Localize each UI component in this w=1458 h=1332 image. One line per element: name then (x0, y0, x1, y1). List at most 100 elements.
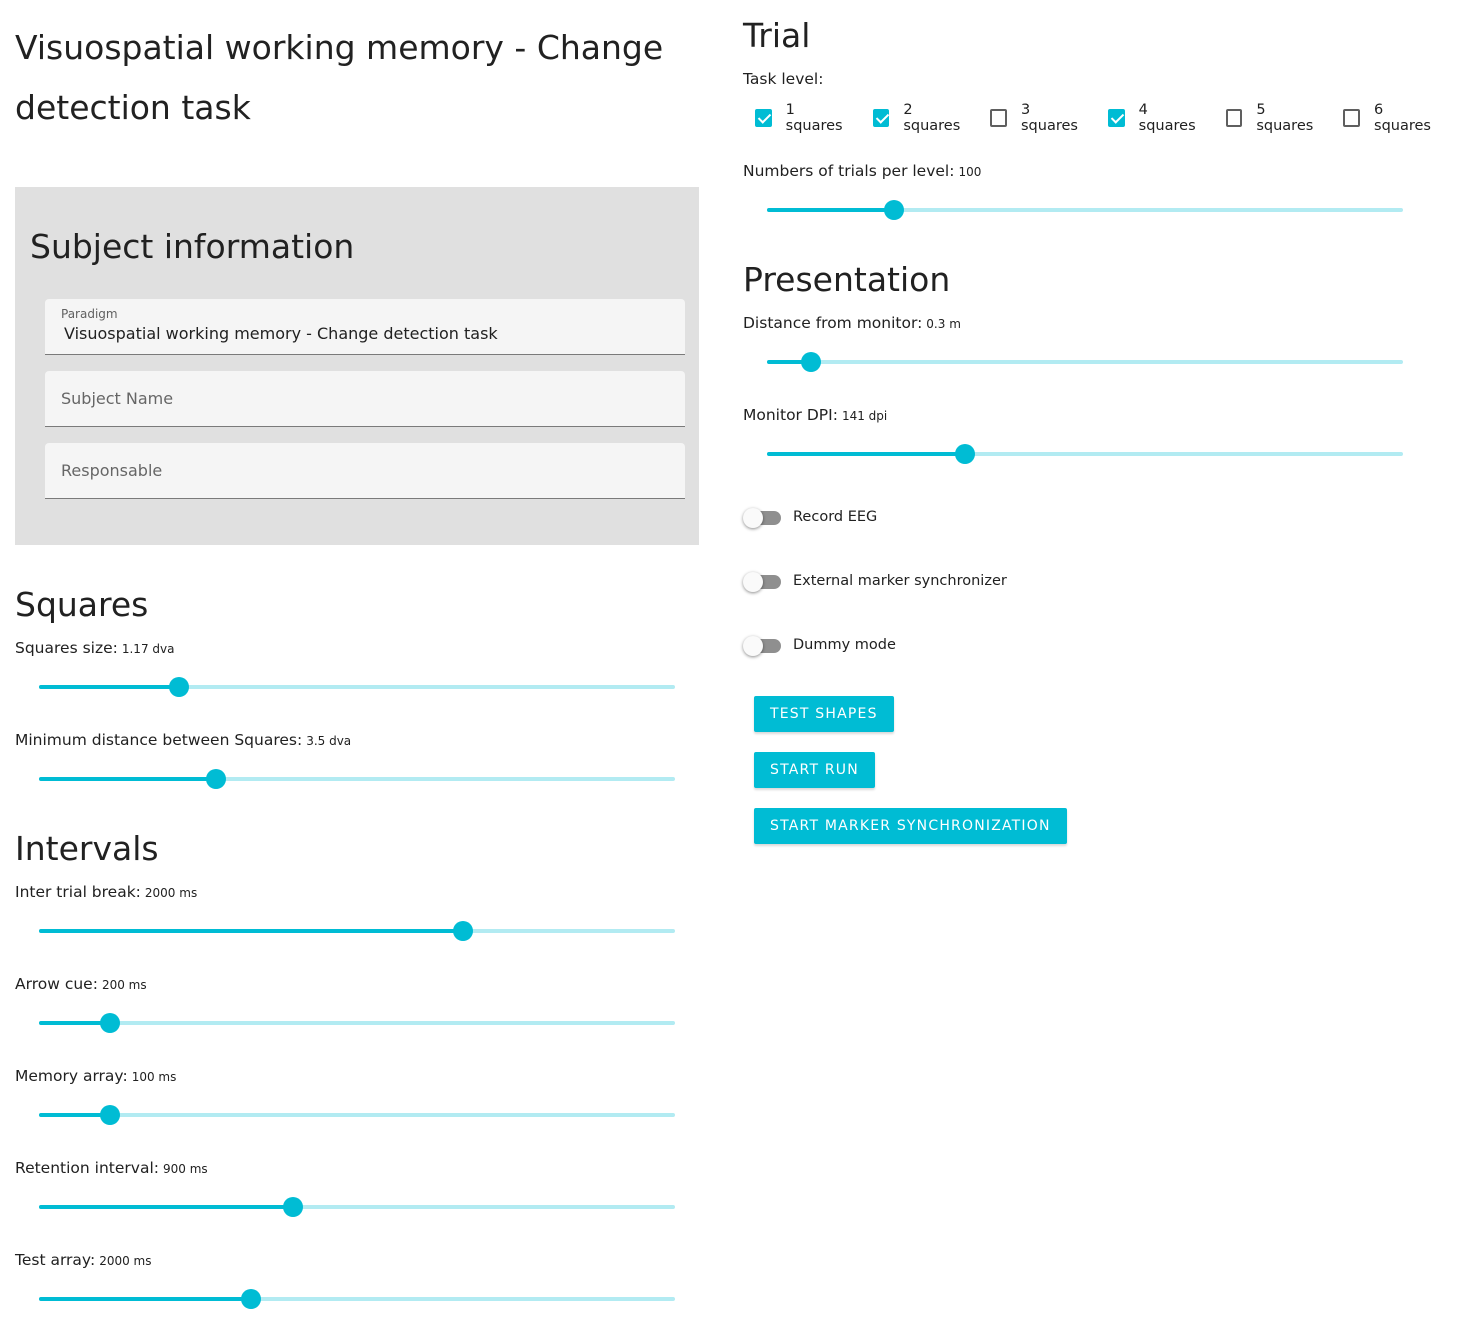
slider-track (39, 1205, 294, 1209)
task-level-label: Task level: (743, 70, 824, 88)
level-4-checkbox-item[interactable]: 4 squares (1105, 102, 1215, 134)
slider-thumb[interactable] (168, 677, 189, 697)
subject-name-field[interactable] (45, 371, 685, 427)
inter-trial-label: Inter trial break: 2000 ms (15, 883, 197, 901)
min-distance-slider[interactable] (39, 767, 675, 791)
min-distance-label-text: Minimum distance between Squares: (15, 731, 303, 749)
slider-track (39, 777, 216, 781)
distance-label: Distance from monitor: 0.3 m (743, 314, 961, 332)
dpi-label: Monitor DPI: 141 dpi (743, 406, 887, 424)
level-2-checkbox-item[interactable]: 2 squares (870, 102, 980, 134)
min-distance-value: 3.5 dva (306, 734, 352, 748)
trials-per-level-label-text: Numbers of trials per level: (743, 162, 955, 180)
page-title: Visuospatial working memory - Change det… (15, 28, 664, 127)
responsable-input[interactable] (61, 461, 661, 480)
slider-rail (767, 360, 1403, 364)
checkbox-icon[interactable] (1343, 109, 1361, 127)
arrow-cue-value: 200 ms (101, 978, 147, 992)
memory-array-value: 100 ms (131, 1070, 177, 1084)
paradigm-field[interactable]: Paradigm (45, 299, 685, 355)
subject-name-input[interactable] (61, 389, 661, 408)
level-5-checkbox-item[interactable]: 5 squares (1223, 102, 1333, 134)
start-run-button[interactable]: START RUN (754, 752, 875, 788)
level-3-checkbox-item[interactable]: 3 squares (987, 102, 1097, 134)
dummy-mode-label: Dummy mode (793, 637, 896, 653)
switch-knob[interactable] (743, 636, 763, 656)
checkbox-icon[interactable] (872, 109, 890, 127)
checkbox-icon[interactable] (1108, 109, 1125, 127)
retention-label: Retention interval: 900 ms (15, 1159, 208, 1177)
record-eeg-switch[interactable] (743, 507, 783, 529)
start-marker-sync-button[interactable]: START MARKER SYNCHRONIZATION (754, 808, 1067, 844)
inter-trial-slider[interactable] (39, 919, 675, 943)
external-marker-label: External marker synchronizer (793, 573, 1007, 589)
memory-array-label: Memory array: 100 ms (15, 1067, 176, 1085)
test-array-label: Test array: 2000 ms (15, 1251, 151, 1269)
trials-per-level-label: Numbers of trials per level: 100 (743, 162, 981, 180)
slider-thumb[interactable] (453, 921, 474, 941)
checkbox-icon[interactable] (1225, 109, 1243, 127)
inter-trial-label-text: Inter trial break: (15, 883, 141, 901)
trial-heading: Trial (743, 16, 811, 55)
test-array-label-text: Test array: (15, 1251, 96, 1269)
checkbox-label: 4 squares (1138, 102, 1196, 134)
distance-label-text: Distance from monitor: (743, 314, 923, 332)
paradigm-input[interactable] (64, 324, 664, 343)
slider-rail (39, 1021, 675, 1025)
squares-size-label-text: Squares size: (15, 639, 118, 657)
trials-per-level-value: 100 (958, 165, 982, 179)
slider-track (767, 208, 895, 212)
slider-track (39, 1297, 251, 1301)
arrow-cue-label: Arrow cue: 200 ms (15, 975, 147, 993)
checkbox-label: 2 squares (903, 102, 961, 134)
arrow-cue-slider[interactable] (39, 1011, 675, 1035)
arrow-cue-label-text: Arrow cue: (15, 975, 98, 993)
slider-thumb[interactable] (283, 1197, 304, 1217)
level-6-checkbox-item[interactable]: 6 squares (1340, 102, 1450, 134)
dummy-mode-switch[interactable] (743, 635, 783, 657)
slider-thumb[interactable] (954, 444, 975, 464)
slider-thumb[interactable] (884, 200, 905, 220)
slider-thumb[interactable] (99, 1013, 120, 1033)
external-marker-switch[interactable] (743, 571, 783, 593)
distance-value: 0.3 m (926, 317, 961, 331)
checkbox-label: 6 squares (1374, 102, 1431, 134)
test-array-slider[interactable] (39, 1287, 675, 1311)
level-1-checkbox-item[interactable]: 1 squares (752, 102, 862, 134)
slider-thumb[interactable] (800, 352, 821, 372)
retention-label-text: Retention interval: (15, 1159, 159, 1177)
checkbox-label: 1 squares (785, 102, 843, 134)
slider-track (39, 929, 464, 933)
memory-array-slider[interactable] (39, 1103, 675, 1127)
dpi-value: 141 dpi (841, 409, 888, 423)
squares-size-value: 1.17 dva (121, 642, 175, 656)
trials-per-level-slider[interactable] (767, 198, 1403, 222)
switch-knob[interactable] (743, 572, 763, 592)
paradigm-label: Paradigm (61, 307, 118, 321)
checkbox-icon[interactable] (990, 109, 1007, 127)
squares-size-slider[interactable] (39, 675, 675, 699)
checkbox-icon[interactable] (755, 109, 772, 127)
test-array-value: 2000 ms (99, 1254, 152, 1268)
switch-knob[interactable] (743, 508, 763, 528)
subject-information-card: Subject information Paradigm (15, 187, 699, 545)
slider-thumb[interactable] (99, 1105, 120, 1125)
responsable-field[interactable] (45, 443, 685, 499)
memory-array-label-text: Memory array: (15, 1067, 128, 1085)
squares-heading: Squares (15, 585, 149, 624)
dpi-slider[interactable] (767, 442, 1403, 466)
slider-track (39, 685, 179, 689)
slider-track (767, 452, 965, 456)
retention-slider[interactable] (39, 1195, 675, 1219)
intervals-heading: Intervals (15, 829, 159, 868)
checkbox-label: 3 squares (1021, 102, 1078, 134)
inter-trial-value: 2000 ms (144, 886, 198, 900)
task-level-checkboxes: 1 squares 2 squares 3 squares 4 squares … (752, 102, 1458, 134)
slider-thumb[interactable] (240, 1289, 261, 1309)
distance-slider[interactable] (767, 350, 1403, 374)
slider-rail (39, 1113, 675, 1117)
dpi-label-text: Monitor DPI: (743, 406, 838, 424)
slider-thumb[interactable] (205, 769, 226, 789)
record-eeg-label: Record EEG (793, 509, 878, 525)
test-shapes-button[interactable]: TEST SHAPES (754, 696, 894, 732)
